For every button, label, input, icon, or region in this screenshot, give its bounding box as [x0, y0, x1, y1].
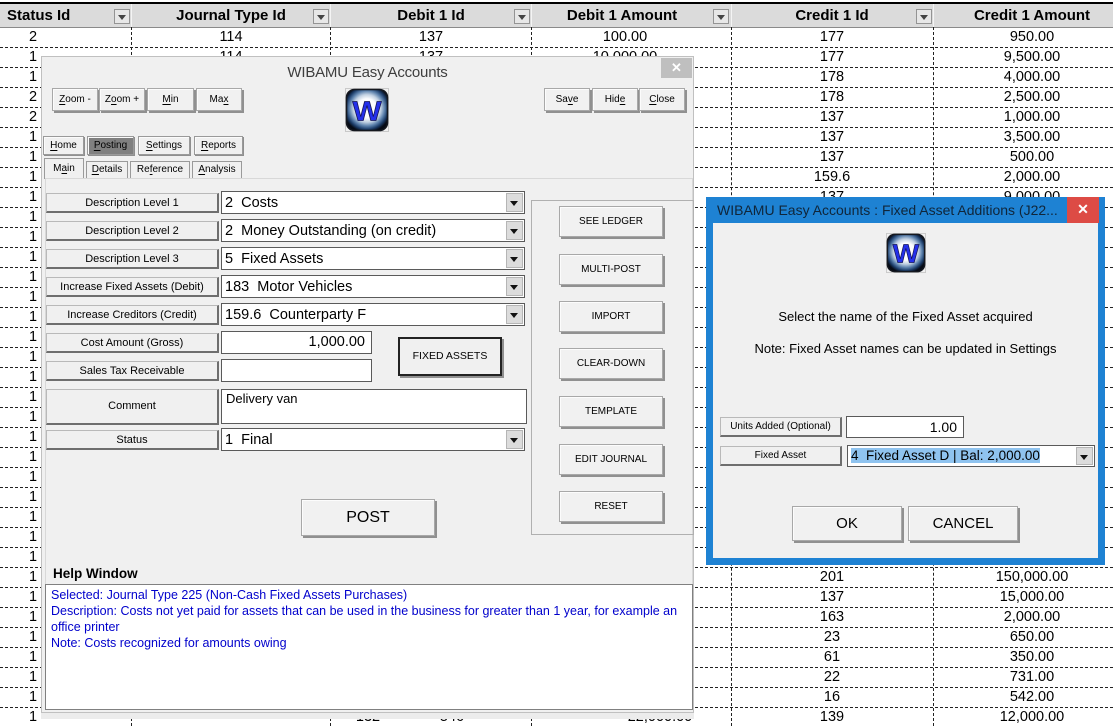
svg-text:W: W [893, 241, 919, 269]
svg-text:W: W [353, 96, 383, 127]
